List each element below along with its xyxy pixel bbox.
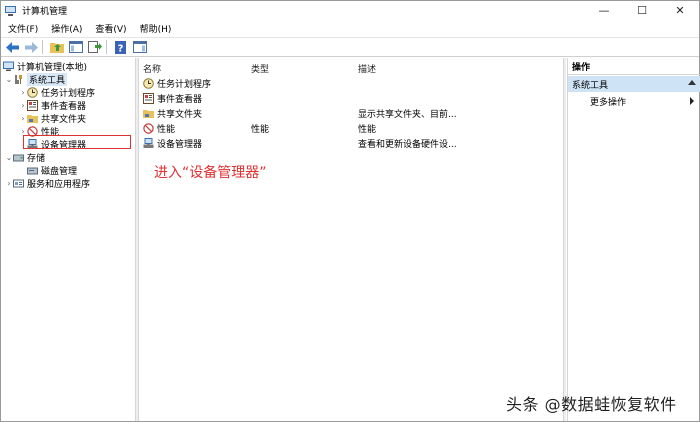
window-controls: — ☐ ✕ — [585, 1, 699, 20]
tree-label: 存储 — [27, 154, 46, 164]
tree-item-disk-management[interactable]: 磁盘管理 — [27, 164, 77, 177]
expand-icon[interactable]: › — [5, 179, 13, 188]
show-action-pane-icon[interactable] — [132, 39, 148, 55]
more-actions-item[interactable]: 更多操作 — [590, 95, 626, 108]
column-header-type[interactable]: 类型 — [251, 62, 269, 75]
event-viewer-icon — [27, 100, 38, 111]
services-icon — [13, 178, 24, 189]
tree-label: 事件查看器 — [41, 102, 87, 112]
pane-splitter[interactable] — [564, 58, 566, 421]
expand-icon[interactable]: › — [19, 88, 27, 97]
tree-label: 任务计划程序 — [41, 89, 96, 99]
title-bar: 计算机管理 — ☐ ✕ — [1, 1, 699, 20]
list-item-name: 性能 — [157, 125, 176, 135]
toolbar-separator — [42, 40, 43, 54]
menu-help[interactable]: 帮助(H) — [133, 22, 178, 35]
event-viewer-icon — [143, 93, 154, 104]
maximize-button[interactable]: ☐ — [623, 1, 661, 20]
watermark: 头条 @数据蛙恢复软件 — [506, 395, 677, 414]
actions-pane: 操作 系统工具 更多操作 — [567, 58, 700, 421]
close-button[interactable]: ✕ — [661, 1, 699, 20]
computer-management-icon — [5, 5, 17, 17]
back-icon[interactable] — [4, 39, 20, 55]
list-item[interactable]: 设备管理器 查看和更新设备硬件设... — [143, 137, 543, 150]
computer-management-window: 计算机管理 — ☐ ✕ 文件(F) 操作(A) 查看(V) 帮助(H) ? 计算… — [0, 0, 700, 422]
tree-item-services-apps[interactable]: › 服务和应用程序 — [5, 177, 90, 190]
device-manager-highlight-box — [23, 135, 131, 149]
tree-item-computer-management[interactable]: 计算机管理(本地) — [3, 60, 87, 73]
list-item-description: 性能 — [358, 125, 377, 135]
menu-action[interactable]: 操作(A) — [44, 22, 88, 35]
window-title: 计算机管理 — [22, 7, 68, 17]
column-header-description[interactable]: 描述 — [358, 62, 376, 75]
tree-item-storage[interactable]: ⌄ 存储 — [5, 151, 45, 164]
show-hide-tree-icon[interactable] — [68, 39, 84, 55]
column-header-name[interactable]: 名称 — [143, 62, 161, 75]
expand-icon[interactable]: › — [19, 114, 27, 123]
collapse-icon[interactable]: ⌄ — [5, 75, 13, 84]
list-item[interactable]: 任务计划程序 — [143, 77, 211, 90]
list-item[interactable]: 事件查看器 — [143, 92, 202, 105]
submenu-arrow-icon[interactable] — [690, 97, 694, 105]
actions-section-label: 系统工具 — [572, 80, 609, 91]
menu-view[interactable]: 查看(V) — [88, 22, 132, 35]
tree-item-shared-folders[interactable]: › 共享文件夹 — [19, 112, 86, 125]
performance-icon — [143, 123, 154, 134]
storage-icon — [13, 152, 24, 163]
shared-folder-icon — [143, 108, 154, 119]
navigation-tree: 计算机管理(本地) ⌄ 系统工具 › 任务计划程序 › 事件查看器 › 共享文件… — [1, 58, 136, 421]
clock-icon — [27, 87, 38, 98]
expand-icon[interactable]: › — [19, 101, 27, 110]
disk-icon — [27, 165, 38, 176]
forward-icon[interactable] — [23, 39, 39, 55]
up-folder-icon[interactable] — [49, 39, 65, 55]
list-item-name: 设备管理器 — [157, 140, 203, 150]
tree-label: 服务和应用程序 — [27, 180, 91, 190]
shared-folder-icon — [27, 113, 38, 124]
help-icon[interactable]: ? — [113, 39, 129, 55]
list-item-description: 显示共享文件夹、目前... — [358, 110, 457, 120]
menu-file[interactable]: 文件(F) — [1, 22, 44, 35]
list-item[interactable]: 性能 性能 性能 — [143, 122, 543, 135]
list-item-name: 事件查看器 — [157, 95, 203, 105]
instruction-annotation: 进入“设备管理器” — [154, 165, 267, 181]
tree-label: 共享文件夹 — [41, 115, 87, 125]
device-manager-icon — [143, 138, 154, 149]
collapse-icon[interactable]: ⌄ — [5, 153, 13, 162]
list-item-type: 性能 — [251, 125, 270, 135]
tree-item-task-scheduler[interactable]: › 任务计划程序 — [19, 86, 95, 99]
tree-label: 系统工具 — [27, 73, 68, 86]
list-item-name: 共享文件夹 — [157, 110, 203, 120]
menu-bar: 文件(F) 操作(A) 查看(V) 帮助(H) — [1, 20, 699, 37]
actions-section-system-tools[interactable]: 系统工具 — [568, 76, 700, 92]
clock-icon — [143, 78, 154, 89]
tree-label: 计算机管理(本地) — [17, 63, 88, 73]
actions-title: 操作 — [568, 58, 700, 75]
list-item-name: 任务计划程序 — [157, 80, 212, 90]
tree-item-system-tools[interactable]: ⌄ 系统工具 — [5, 73, 68, 86]
svg-text:?: ? — [118, 43, 124, 54]
list-item[interactable]: 共享文件夹 显示共享文件夹、目前... — [143, 107, 543, 120]
tree-label: 磁盘管理 — [41, 167, 78, 177]
computer-management-icon — [3, 61, 14, 72]
minimize-button[interactable]: — — [585, 1, 623, 20]
toolbar-separator — [106, 40, 107, 54]
tree-item-event-viewer[interactable]: › 事件查看器 — [19, 99, 86, 112]
list-item-description: 查看和更新设备硬件设... — [358, 140, 457, 150]
details-list: 名称 类型 描述 任务计划程序 事件查看器 共享文件夹 显示共享文件夹、目前..… — [138, 58, 564, 421]
tools-icon — [13, 74, 24, 85]
collapse-arrow-icon[interactable] — [688, 80, 696, 85]
toolbar: ? — [1, 37, 699, 57]
export-list-icon[interactable] — [87, 39, 103, 55]
